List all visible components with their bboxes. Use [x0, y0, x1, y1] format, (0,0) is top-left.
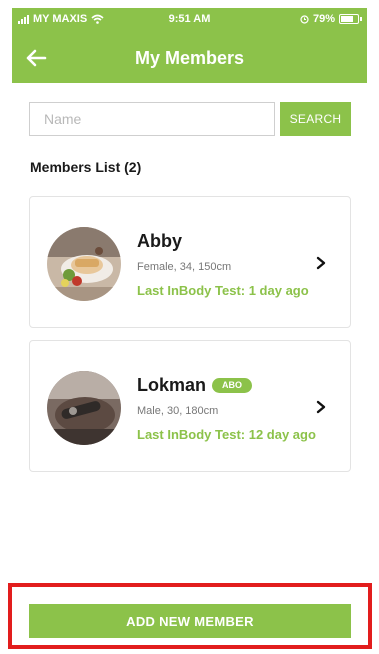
chevron-right-icon[interactable] [313, 253, 329, 273]
member-card-lokman[interactable]: Lokman ABO Male, 30, 180cm Last InBody T… [29, 340, 351, 472]
member-badge: ABO [212, 378, 253, 393]
name-search-input[interactable] [29, 102, 275, 136]
battery-icon [339, 14, 362, 24]
member-info: Male, 30, 180cm [137, 405, 219, 417]
nav-bar: My Members [12, 36, 367, 80]
member-name: Lokman [137, 375, 207, 395]
page-title: My Members [134, 48, 245, 68]
app-screen: MY MAXIS 9:51 AM 79% My Members SEARCH [0, 0, 379, 654]
member-avatar [47, 227, 121, 301]
status-right: 79% [300, 13, 362, 25]
chevron-right-icon[interactable] [313, 397, 329, 417]
member-last-test: Last InBody Test: 12 day ago [137, 427, 316, 442]
member-last-test: Last InBody Test: 1 day ago [137, 283, 309, 298]
battery-percent: 79% [312, 13, 335, 25]
add-new-member-button[interactable]: ADD NEW MEMBER [29, 604, 351, 638]
member-name-row: Abby [137, 231, 182, 252]
member-avatar [47, 371, 121, 445]
status-bar: MY MAXIS 9:51 AM 79% [12, 8, 367, 30]
search-button[interactable]: SEARCH [280, 102, 351, 136]
member-name-row: Lokman ABO [137, 375, 253, 396]
member-name: Abby [137, 231, 182, 251]
member-card-abby[interactable]: Abby Female, 34, 150cm Last InBody Test:… [29, 196, 351, 328]
members-list-title: Members List (2) [30, 159, 142, 175]
alarm-icon [300, 14, 309, 24]
member-info: Female, 34, 150cm [137, 261, 232, 273]
